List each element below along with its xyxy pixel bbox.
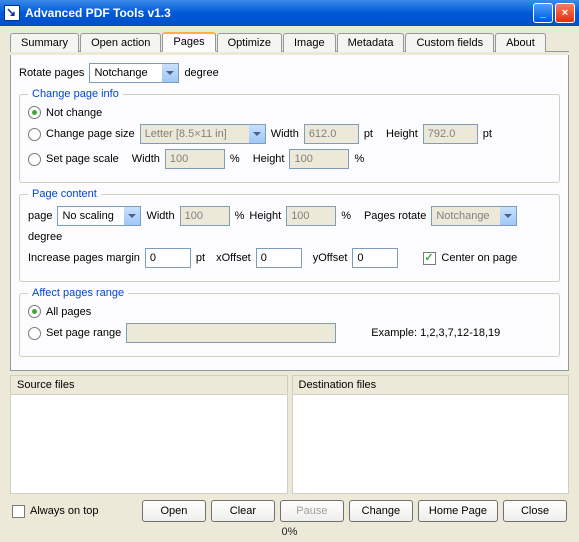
tab-about[interactable]: About [495, 33, 546, 52]
pc-height-input[interactable]: 100 [286, 206, 336, 226]
destination-files-header: Destination files [293, 376, 569, 395]
tab-optimize[interactable]: Optimize [217, 33, 282, 52]
scale-width-label: Width [132, 153, 160, 165]
set-scale-label: Set page scale [46, 153, 119, 165]
not-change-label: Not change [46, 107, 102, 119]
page-scaling-select[interactable]: No scaling [57, 206, 141, 226]
center-on-page-checkbox[interactable] [423, 252, 436, 265]
radio-set-scale[interactable] [28, 153, 41, 166]
window-title: Advanced PDF Tools v1.3 [25, 6, 533, 20]
tab-metadata[interactable]: Metadata [337, 33, 405, 52]
width-input[interactable]: 612.0 [304, 124, 359, 144]
destination-files-list[interactable] [293, 395, 569, 493]
margin-label: Increase pages margin [28, 252, 140, 264]
range-legend: Affect pages range [28, 287, 128, 299]
change-button[interactable]: Change [349, 500, 413, 522]
close-window-button[interactable]: × [555, 3, 575, 23]
tab-summary[interactable]: Summary [10, 33, 79, 52]
radio-change-size[interactable] [28, 128, 41, 141]
pages-rotate-select[interactable]: Notchange [431, 206, 517, 226]
page-label: page [28, 210, 52, 222]
page-content-group: Page content page No scaling Width 100 %… [19, 188, 560, 282]
page-scaling-value: No scaling [62, 210, 113, 222]
always-on-top-label: Always on top [30, 505, 98, 517]
rotate-select[interactable]: Notchange [89, 63, 179, 83]
xoffset-label: xOffset [216, 252, 251, 264]
home-page-button[interactable]: Home Page [418, 500, 498, 522]
height-unit: pt [483, 128, 492, 140]
tab-pages[interactable]: Pages [162, 32, 215, 52]
range-example: Example: 1,2,3,7,12-18,19 [371, 327, 500, 339]
status-bar: 0% [10, 526, 569, 538]
titlebar: Advanced PDF Tools v1.3 _ × [0, 0, 579, 26]
page-content-legend: Page content [28, 188, 101, 200]
xoffset-input[interactable]: 0 [256, 248, 302, 268]
tab-custom-fields[interactable]: Custom fields [405, 33, 494, 52]
page-size-select[interactable]: Letter [8.5×11 in] [140, 124, 266, 144]
tab-image[interactable]: Image [283, 33, 336, 52]
tab-bar: Summary Open action Pages Optimize Image… [10, 32, 569, 52]
scale-height-unit: % [354, 153, 364, 165]
change-info-legend: Change page info [28, 88, 123, 100]
scale-width-unit: % [230, 153, 240, 165]
change-size-label: Change page size [46, 128, 135, 140]
scale-height-label: Height [253, 153, 285, 165]
chevron-down-icon [124, 207, 140, 225]
source-files-list[interactable] [11, 395, 287, 493]
set-range-label: Set page range [46, 327, 121, 339]
pc-height-unit: % [341, 210, 351, 222]
destination-files-panel: Destination files [292, 375, 570, 494]
chevron-down-icon [500, 207, 516, 225]
app-icon [4, 5, 20, 21]
pc-width-unit: % [235, 210, 245, 222]
margin-input[interactable]: 0 [145, 248, 191, 268]
width-label: Width [271, 128, 299, 140]
tab-open-action[interactable]: Open action [80, 33, 161, 52]
close-button[interactable]: Close [503, 500, 567, 522]
height-label: Height [386, 128, 418, 140]
open-button[interactable]: Open [142, 500, 206, 522]
radio-not-change[interactable] [28, 106, 41, 119]
clear-button[interactable]: Clear [211, 500, 275, 522]
pages-rotate-label: Pages rotate [364, 210, 426, 222]
affect-range-group: Affect pages range All pages Set page ra… [19, 287, 560, 357]
chevron-down-icon [162, 64, 178, 82]
pc-width-label: Width [146, 210, 174, 222]
always-on-top-checkbox[interactable] [12, 505, 25, 518]
radio-all-pages[interactable] [28, 305, 41, 318]
page-range-input[interactable] [126, 323, 336, 343]
yoffset-input[interactable]: 0 [352, 248, 398, 268]
page-size-value: Letter [8.5×11 in] [145, 128, 227, 140]
rotate-unit: degree [184, 67, 218, 79]
pause-button[interactable]: Pause [280, 500, 344, 522]
source-files-panel: Source files [10, 375, 288, 494]
pc-width-input[interactable]: 100 [180, 206, 230, 226]
chevron-down-icon [249, 125, 265, 143]
minimize-button[interactable]: _ [533, 3, 553, 23]
yoffset-label: yOffset [313, 252, 348, 264]
all-pages-label: All pages [46, 306, 91, 318]
pc-height-label: Height [249, 210, 281, 222]
change-page-info-group: Change page info Not change Change page … [19, 88, 560, 183]
margin-unit: pt [196, 252, 205, 264]
rotate-label: Rotate pages [19, 67, 84, 79]
height-input[interactable]: 792.0 [423, 124, 478, 144]
radio-set-range[interactable] [28, 327, 41, 340]
rotate-value: Notchange [94, 67, 147, 79]
width-unit: pt [364, 128, 373, 140]
pages-rotate-value: Notchange [436, 210, 489, 222]
source-files-header: Source files [11, 376, 287, 395]
scale-width-input[interactable]: 100 [165, 149, 225, 169]
center-on-page-label: Center on page [441, 252, 517, 264]
scale-height-input[interactable]: 100 [289, 149, 349, 169]
pages-panel: Rotate pages Notchange degree Change pag… [10, 55, 569, 371]
pages-rotate-unit: degree [28, 231, 62, 243]
